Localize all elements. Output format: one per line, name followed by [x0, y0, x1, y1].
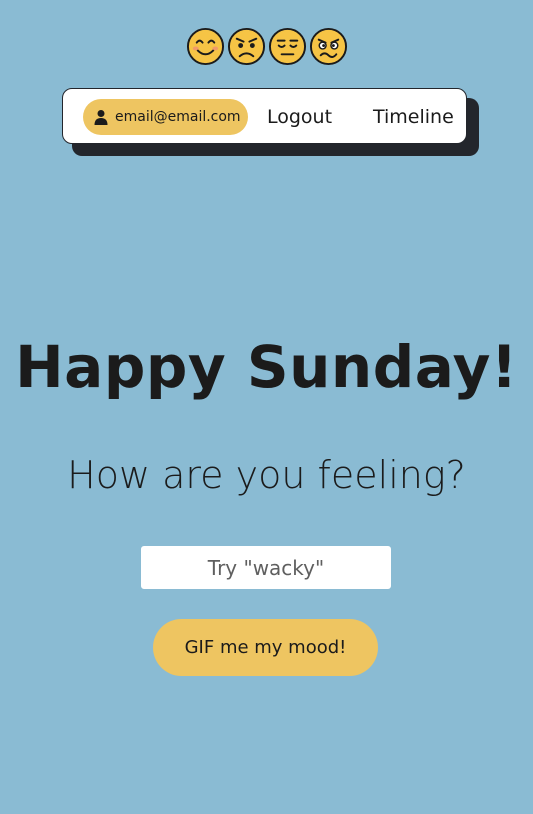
timeline-link[interactable]: Timeline: [373, 106, 454, 128]
smiling-face-icon: [186, 27, 224, 66]
gif-mood-button[interactable]: GIF me my mood!: [153, 619, 378, 676]
top-nav: email@email.com Logout Timeline: [62, 88, 467, 144]
mood-emoji-row: [0, 27, 533, 66]
sad-face-icon: [227, 27, 265, 66]
tired-face-icon: [268, 27, 306, 66]
confused-face-icon: [309, 27, 347, 66]
user-icon: [94, 110, 108, 125]
mood-input[interactable]: [141, 546, 391, 589]
user-email: email@email.com: [115, 109, 241, 125]
user-badge[interactable]: email@email.com: [83, 99, 248, 135]
page-title: Happy Sunday!: [15, 333, 518, 401]
mood-question: How are you feeling?: [67, 453, 466, 497]
logout-link[interactable]: Logout: [267, 106, 332, 128]
